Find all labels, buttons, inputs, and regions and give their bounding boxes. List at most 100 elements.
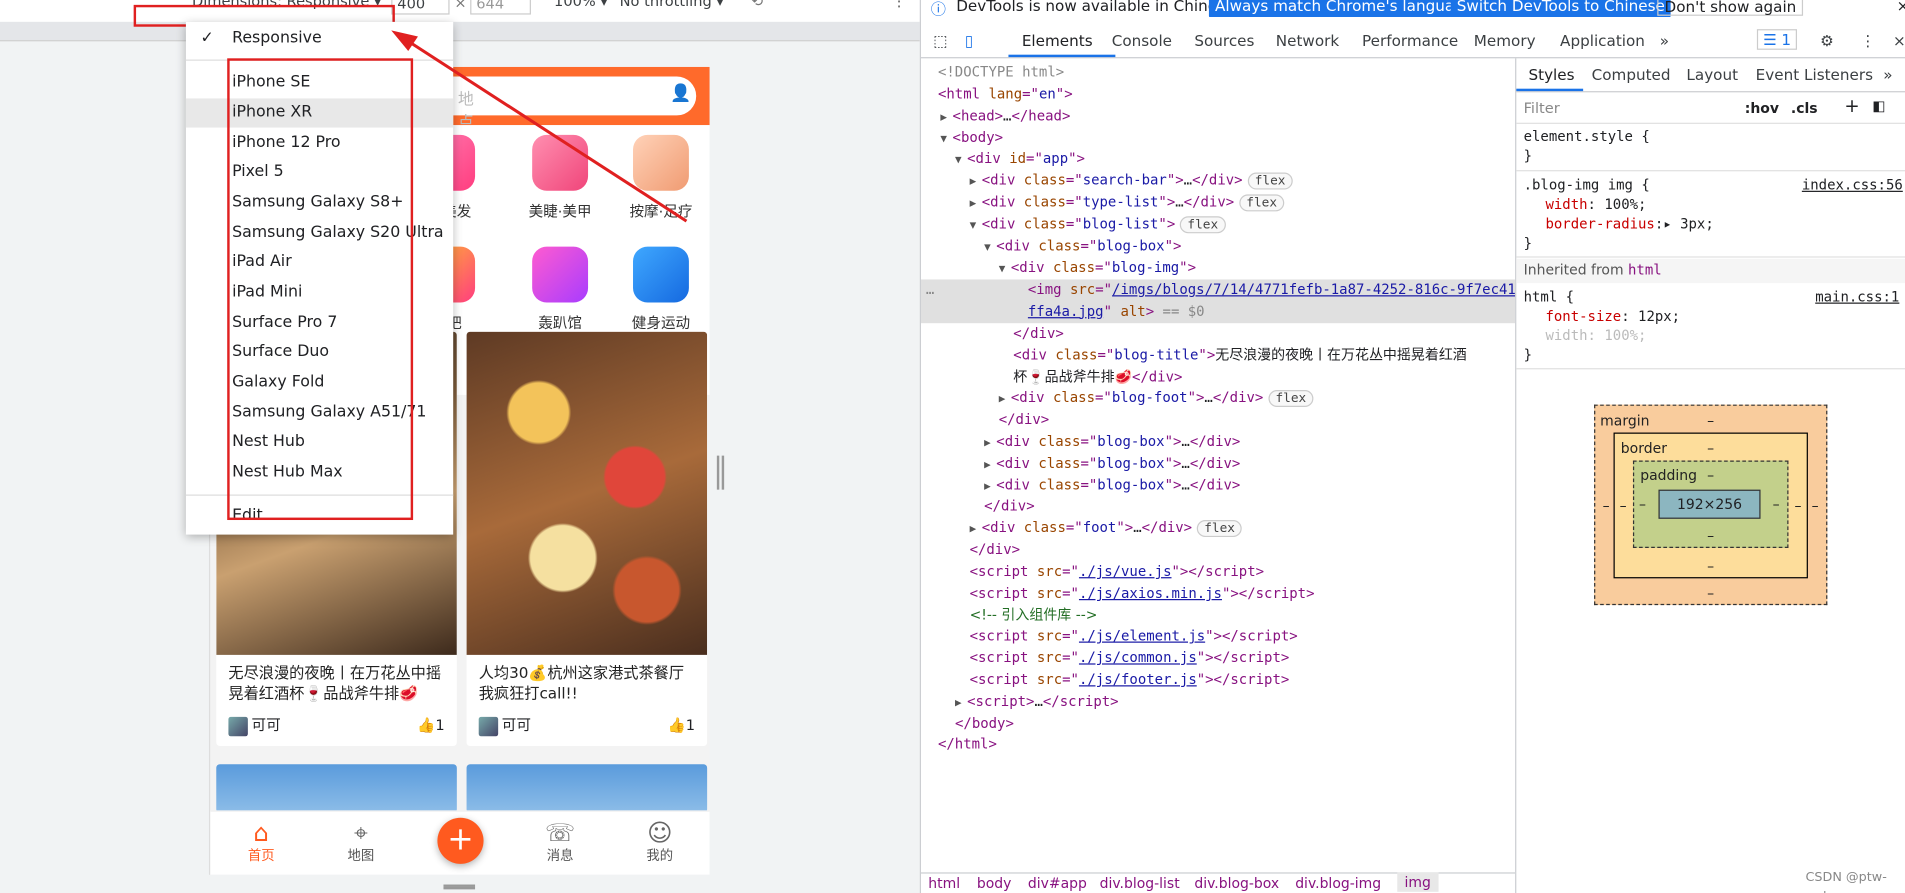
close-devtools-icon[interactable]: × bbox=[1893, 32, 1905, 50]
more-tabs-icon[interactable]: » bbox=[1660, 32, 1669, 50]
css-declaration[interactable]: font-size: 12px; bbox=[1545, 307, 1680, 326]
dom-node[interactable]: <html lang="en"> bbox=[921, 84, 1515, 106]
css-brace: } bbox=[1523, 346, 1533, 364]
css-selector[interactable]: element.style { bbox=[1524, 128, 1650, 147]
device-toolbar-icon[interactable]: ▯ bbox=[965, 32, 973, 50]
issues-badge[interactable]: ☰ 1 bbox=[1756, 29, 1798, 50]
dom-node[interactable]: </div> bbox=[921, 323, 1515, 345]
rule-blog-img: .blog-img img { index.css:56 width: 100%… bbox=[1516, 175, 1905, 258]
dom-node[interactable]: ▶ <div class="blog-box">…</div> bbox=[921, 475, 1515, 497]
css-declaration[interactable]: border-radius:▸ 3px; bbox=[1545, 215, 1713, 234]
dom-node[interactable]: <!-- 引入组件库 --> bbox=[921, 605, 1515, 627]
dom-node[interactable]: <script src="./js/vue.js"></script> bbox=[921, 561, 1515, 583]
dom-node[interactable]: ▶ <div class="type-list">…</div> flex bbox=[921, 192, 1515, 214]
crumb-item[interactable]: div.blog-box bbox=[1194, 875, 1279, 892]
css-brace: } bbox=[1523, 147, 1533, 165]
css-source-link[interactable]: index.css:56 bbox=[1802, 176, 1903, 195]
tab-console[interactable]: Console bbox=[1112, 32, 1172, 50]
dom-node[interactable]: ▶ <script>…</script> bbox=[921, 691, 1515, 713]
tab-application[interactable]: Application bbox=[1560, 32, 1645, 50]
rule-element-style: element.style { } bbox=[1516, 126, 1905, 172]
margin-label: margin bbox=[1600, 411, 1650, 429]
dom-node-selected[interactable]: … <img src="/imgs/blogs/7/14/4771fefb-1a8… bbox=[920, 279, 1516, 324]
tab-network[interactable]: Network bbox=[1276, 32, 1339, 50]
crumb-item[interactable]: body bbox=[977, 875, 1012, 892]
tab-sources[interactable]: Sources bbox=[1194, 32, 1254, 50]
issues-count: 1 bbox=[1781, 30, 1792, 49]
box-model-margin: margin – – – – border – – – – padding – … bbox=[1594, 404, 1828, 606]
css-selector[interactable]: .blog-img img { bbox=[1524, 176, 1650, 195]
css-declaration-inactive[interactable]: width: 100%; bbox=[1545, 327, 1646, 346]
switch-chinese-button[interactable]: Switch DevTools to Chinese bbox=[1450, 0, 1671, 18]
tab-event-listeners[interactable]: Event Listeners bbox=[1756, 66, 1873, 85]
cls-button[interactable]: .cls bbox=[1791, 100, 1818, 119]
hov-button[interactable]: :hov bbox=[1745, 100, 1779, 119]
inspect-icon[interactable]: ⬚ bbox=[933, 32, 947, 50]
border-label: border bbox=[1620, 439, 1667, 457]
always-match-button[interactable]: Always match Chrome's language bbox=[1208, 0, 1480, 18]
border-top-value: – bbox=[1707, 439, 1715, 457]
toggle-sidebar-icon[interactable]: ◧ bbox=[1872, 97, 1885, 116]
dom-node[interactable]: </div> bbox=[921, 409, 1515, 431]
dom-node[interactable]: <script src="./js/common.js"></script> bbox=[921, 648, 1515, 670]
margin-right-value: – bbox=[1811, 496, 1819, 514]
settings-icon[interactable]: ⚙ bbox=[1820, 32, 1834, 50]
tab-elements[interactable]: Elements bbox=[1022, 32, 1093, 50]
breadcrumb: html body div#app div.blog-list div.blog… bbox=[920, 872, 1516, 893]
filter-bar: Filter :hov .cls + ◧ bbox=[1516, 95, 1905, 124]
dom-node[interactable]: <script src="./js/footer.js"></script> bbox=[921, 669, 1515, 691]
tab-layout[interactable]: Layout bbox=[1686, 66, 1738, 85]
more-tabs-icon[interactable]: » bbox=[1883, 66, 1892, 85]
box-model-padding: padding – – – – 192×256 bbox=[1632, 460, 1789, 548]
tab-memory[interactable]: Memory bbox=[1474, 32, 1536, 50]
box-model-border: border – – – – padding – – – – 192×256 bbox=[1613, 432, 1808, 579]
dom-node[interactable]: <!DOCTYPE html> bbox=[921, 62, 1515, 84]
dom-node[interactable]: </body> bbox=[921, 713, 1515, 735]
inherited-header: Inherited from html bbox=[1516, 258, 1905, 284]
dont-show-button[interactable]: Don't show again bbox=[1657, 0, 1804, 16]
dom-node[interactable]: ▶ <div class="blog-foot">…</div> flex bbox=[921, 388, 1515, 410]
css-source-link[interactable]: main.css:1 bbox=[1815, 288, 1899, 307]
crumb-item[interactable]: div.blog-list bbox=[1100, 875, 1180, 892]
tab-computed[interactable]: Computed bbox=[1592, 66, 1671, 85]
dom-node[interactable]: ▶ <div class="blog-box">…</div> bbox=[921, 453, 1515, 475]
devtools-tabs: ⬚ ▯ Elements Console Sources Network Per… bbox=[920, 24, 1905, 59]
dom-node[interactable]: </html> bbox=[921, 734, 1515, 756]
filter-input[interactable]: Filter bbox=[1524, 100, 1731, 121]
css-selector[interactable]: html { bbox=[1524, 288, 1574, 307]
crumb-item[interactable]: div.blog-img bbox=[1295, 875, 1381, 892]
dom-node[interactable]: ▼ <div class="blog-list"> flex bbox=[921, 214, 1515, 236]
crumb-item[interactable]: html bbox=[928, 875, 960, 892]
dom-node[interactable]: <script src="./js/element.js"></script> bbox=[921, 626, 1515, 648]
tab-styles[interactable]: Styles bbox=[1528, 66, 1574, 85]
dom-node[interactable]: <div class="blog-title">无尽浪漫的夜晚丨在万花丛中摇晃着… bbox=[921, 345, 1515, 385]
plus-icon[interactable]: + bbox=[1844, 97, 1859, 116]
language-infobar: ⓘ DevTools is now available in Chinese! … bbox=[920, 0, 1905, 18]
dom-node[interactable]: </div> bbox=[921, 496, 1515, 518]
css-declaration[interactable]: width: 100%; bbox=[1545, 196, 1646, 215]
active-tab-indicator bbox=[1008, 54, 1116, 58]
dom-node[interactable]: ▼ <div id="app"> bbox=[921, 148, 1515, 170]
crumb-item[interactable]: img bbox=[1397, 872, 1439, 892]
infobar-text: DevTools is now available in Chinese! bbox=[956, 0, 1241, 15]
dom-node[interactable]: ▶ <head>…</head> bbox=[921, 106, 1515, 128]
border-right-value: – bbox=[1794, 496, 1802, 514]
margin-left-value: – bbox=[1602, 496, 1610, 514]
dom-node[interactable]: ▼ <div class="blog-box"> bbox=[921, 236, 1515, 258]
close-icon[interactable]: × bbox=[1897, 0, 1905, 15]
rule-html: html { main.css:1 font-size: 12px; width… bbox=[1516, 287, 1905, 370]
crumb-item[interactable]: div#app bbox=[1028, 875, 1087, 892]
margin-bottom-value: – bbox=[1707, 584, 1715, 602]
dom-node[interactable]: ▼ <body> bbox=[921, 128, 1515, 150]
tab-performance[interactable]: Performance bbox=[1362, 32, 1458, 50]
dom-node[interactable]: <script src="./js/axios.min.js"></script… bbox=[921, 583, 1515, 605]
padding-bottom-value: – bbox=[1707, 527, 1715, 545]
dom-node[interactable]: ▼ <div class="blog-img"> bbox=[921, 258, 1515, 280]
kebab-icon[interactable]: ⋮ bbox=[1860, 32, 1875, 50]
dom-node[interactable]: ▶ <div class="foot">…</div> flex bbox=[921, 518, 1515, 540]
dom-node[interactable]: ▶ <div class="blog-box">…</div> bbox=[921, 431, 1515, 453]
dom-node[interactable]: </div> bbox=[921, 539, 1515, 561]
dom-node[interactable]: ▶ <div class="search-bar">…</div> flex bbox=[921, 170, 1515, 192]
box-model-content[interactable]: 192×256 bbox=[1658, 489, 1761, 519]
active-tab-indicator bbox=[1516, 88, 1584, 92]
